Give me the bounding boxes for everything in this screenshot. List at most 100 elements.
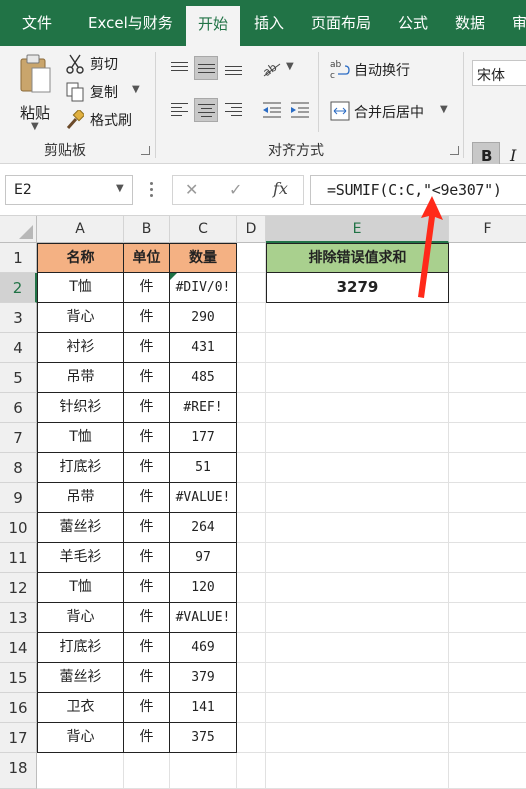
tab-excel-finance[interactable]: Excel与财务 <box>88 0 173 46</box>
grid-cell[interactable] <box>449 393 526 423</box>
row-header[interactable]: 3 <box>0 303 37 333</box>
italic-button[interactable]: I <box>510 146 516 165</box>
table-cell[interactable]: 件 <box>124 663 170 693</box>
grid-cell[interactable] <box>266 513 449 543</box>
clipboard-dialog-launcher-icon[interactable] <box>141 146 150 155</box>
table-cell[interactable]: T恤 <box>37 273 124 303</box>
table-cell[interactable]: 51 <box>170 453 237 483</box>
grid-cell[interactable] <box>266 573 449 603</box>
row-header[interactable]: 5 <box>0 363 37 393</box>
alignment-dialog-launcher-icon[interactable] <box>450 146 459 155</box>
grid-cell[interactable] <box>237 243 266 273</box>
font-name-select[interactable]: 宋体 <box>472 60 526 86</box>
table-cell[interactable]: 件 <box>124 333 170 363</box>
grid-cell[interactable] <box>237 693 266 723</box>
grid-cell[interactable] <box>266 633 449 663</box>
grid-cell[interactable] <box>170 753 237 789</box>
row-header[interactable]: 10 <box>0 513 37 543</box>
merge-center-button[interactable]: 合并后居中 ▼ <box>330 100 454 124</box>
table-cell[interactable]: 件 <box>124 543 170 573</box>
tab-review[interactable]: 审 <box>512 0 526 46</box>
grid-cell[interactable] <box>449 243 526 273</box>
align-left-button[interactable] <box>168 98 192 122</box>
table-cell[interactable]: 件 <box>124 603 170 633</box>
table-cell[interactable]: 打底衫 <box>37 453 124 483</box>
orientation-button[interactable]: ab ▼ <box>260 58 298 80</box>
row-header[interactable]: 11 <box>0 543 37 573</box>
table-cell[interactable]: 件 <box>124 693 170 723</box>
grid-cell[interactable] <box>237 483 266 513</box>
table-cell[interactable]: #DIV/0! <box>170 273 237 303</box>
grid-cell[interactable] <box>449 663 526 693</box>
tab-insert[interactable]: 插入 <box>254 0 284 46</box>
grid-cell[interactable] <box>266 753 449 789</box>
table-cell[interactable]: 264 <box>170 513 237 543</box>
grid-cell[interactable] <box>266 693 449 723</box>
grid-cell[interactable] <box>449 513 526 543</box>
row-header[interactable]: 15 <box>0 663 37 693</box>
column-header-c[interactable]: C <box>170 216 237 243</box>
enter-icon[interactable]: ✓ <box>229 180 242 199</box>
copy-button[interactable]: 复制 ▼ <box>66 80 146 104</box>
grid-cell[interactable] <box>237 633 266 663</box>
table-cell[interactable]: 件 <box>124 513 170 543</box>
formula-bar-splitter-icon[interactable] <box>150 182 154 198</box>
table-cell[interactable]: 针织衫 <box>37 393 124 423</box>
table-cell[interactable]: 打底衫 <box>37 633 124 663</box>
table-cell[interactable]: 蕾丝衫 <box>37 663 124 693</box>
decrease-indent-button[interactable] <box>260 98 284 122</box>
tab-home[interactable]: 开始 <box>186 6 240 46</box>
grid-cell[interactable] <box>449 603 526 633</box>
align-right-button[interactable] <box>222 98 246 122</box>
table-cell[interactable]: 衬衫 <box>37 333 124 363</box>
table-cell[interactable]: 件 <box>124 573 170 603</box>
table-cell[interactable]: 件 <box>124 633 170 663</box>
increase-indent-button[interactable] <box>288 98 312 122</box>
table-header-cell[interactable]: 数量 <box>170 243 237 273</box>
align-top-button[interactable] <box>168 56 192 80</box>
grid-cell[interactable] <box>449 543 526 573</box>
grid-cell[interactable] <box>449 573 526 603</box>
row-header[interactable]: 14 <box>0 633 37 663</box>
table-cell[interactable]: 件 <box>124 453 170 483</box>
grid-cell[interactable] <box>237 573 266 603</box>
column-header-f[interactable]: F <box>449 216 526 243</box>
column-header-b[interactable]: B <box>124 216 170 243</box>
paste-dropdown-icon[interactable]: ▼ <box>31 121 39 132</box>
table-cell[interactable]: 件 <box>124 723 170 753</box>
grid-cell[interactable] <box>266 663 449 693</box>
table-cell[interactable]: 141 <box>170 693 237 723</box>
insert-function-icon[interactable]: fx <box>273 179 288 198</box>
grid-cell[interactable] <box>237 333 266 363</box>
table-cell[interactable]: 件 <box>124 273 170 303</box>
select-all-corner[interactable] <box>0 216 37 243</box>
table-cell[interactable]: 件 <box>124 483 170 513</box>
table-cell[interactable]: 375 <box>170 723 237 753</box>
row-header[interactable]: 1 <box>0 243 37 273</box>
grid-cell[interactable] <box>449 363 526 393</box>
grid-cell[interactable] <box>449 633 526 663</box>
grid-cell[interactable] <box>266 723 449 753</box>
table-cell[interactable]: 羊毛衫 <box>37 543 124 573</box>
table-cell[interactable]: 件 <box>124 303 170 333</box>
table-cell[interactable]: 吊带 <box>37 363 124 393</box>
align-bottom-button[interactable] <box>222 56 246 80</box>
table-cell[interactable]: 431 <box>170 333 237 363</box>
row-header[interactable]: 9 <box>0 483 37 513</box>
grid-cell[interactable] <box>266 423 449 453</box>
tab-file[interactable]: 文件 <box>22 0 52 46</box>
table-cell[interactable]: 件 <box>124 363 170 393</box>
table-cell[interactable]: 吊带 <box>37 483 124 513</box>
column-header-d[interactable]: D <box>237 216 266 243</box>
grid-cell[interactable] <box>237 723 266 753</box>
copy-dropdown-icon[interactable]: ▼ <box>132 84 140 95</box>
grid-cell[interactable] <box>449 693 526 723</box>
table-cell[interactable]: 120 <box>170 573 237 603</box>
grid-cell[interactable] <box>449 303 526 333</box>
table-cell[interactable]: 背心 <box>37 303 124 333</box>
cancel-icon[interactable]: ✕ <box>185 180 198 199</box>
grid-cell[interactable] <box>237 363 266 393</box>
grid-cell[interactable] <box>449 723 526 753</box>
table-header-cell[interactable]: 单位 <box>124 243 170 273</box>
tab-page-layout[interactable]: 页面布局 <box>311 0 371 46</box>
